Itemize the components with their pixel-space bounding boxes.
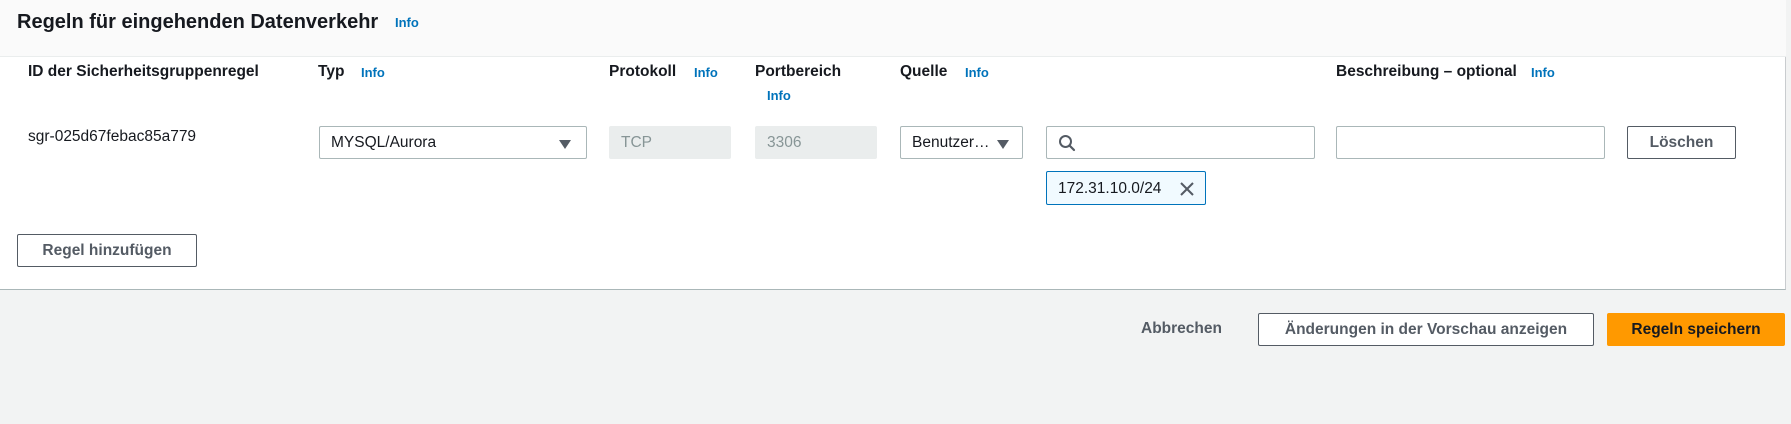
source-token: 172.31.10.0/24 (1046, 171, 1206, 205)
port-range-field: 3306 (755, 126, 877, 159)
add-rule-button[interactable]: Regel hinzufügen (17, 234, 197, 267)
inbound-rules-panel: Regeln für eingehenden Datenverkehr Info… (0, 0, 1786, 290)
search-icon (1059, 135, 1076, 152)
source-type-select[interactable]: Benutzer… (900, 126, 1023, 159)
panel-header: Regeln für eingehenden Datenverkehr Info (0, 0, 1786, 57)
column-header-type: Typ (318, 63, 345, 80)
source-token-label: 172.31.10.0/24 (1058, 180, 1162, 197)
source-search-input[interactable] (1046, 126, 1315, 159)
column-header-source: Quelle (900, 63, 948, 80)
column-header-description: Beschreibung – optional (1336, 63, 1517, 80)
column-header-rule-id: ID der Sicherheitsgruppenregel (28, 63, 259, 80)
protocol-info-link[interactable]: Info (694, 65, 718, 80)
type-info-link[interactable]: Info (361, 65, 385, 80)
source-info-link[interactable]: Info (965, 65, 989, 80)
protocol-field: TCP (609, 126, 731, 159)
column-header-port-range: Portbereich (755, 63, 842, 80)
panel-info-link[interactable]: Info (395, 15, 419, 30)
type-select-value: MYSQL/Aurora (331, 134, 437, 151)
caret-down-icon (559, 140, 571, 149)
description-info-link[interactable]: Info (1531, 65, 1555, 80)
column-header-protocol: Protokoll (609, 63, 677, 80)
rule-id: sgr-025d67febac85a779 (28, 128, 197, 145)
delete-rule-button[interactable]: Löschen (1627, 126, 1736, 159)
port-range-info-link[interactable]: Info (767, 88, 791, 103)
source-type-select-value: Benutzer… (912, 134, 990, 151)
caret-down-icon (997, 140, 1009, 149)
close-icon[interactable] (1178, 180, 1196, 198)
panel-title: Regeln für eingehenden Datenverkehr (17, 11, 379, 33)
save-rules-button[interactable]: Regeln speichern (1607, 313, 1785, 346)
type-select[interactable]: MYSQL/Aurora (319, 126, 587, 159)
description-input[interactable] (1336, 126, 1605, 159)
cancel-button[interactable]: Abbrechen (1141, 320, 1222, 338)
preview-changes-button[interactable]: Änderungen in der Vorschau anzeigen (1258, 313, 1594, 346)
